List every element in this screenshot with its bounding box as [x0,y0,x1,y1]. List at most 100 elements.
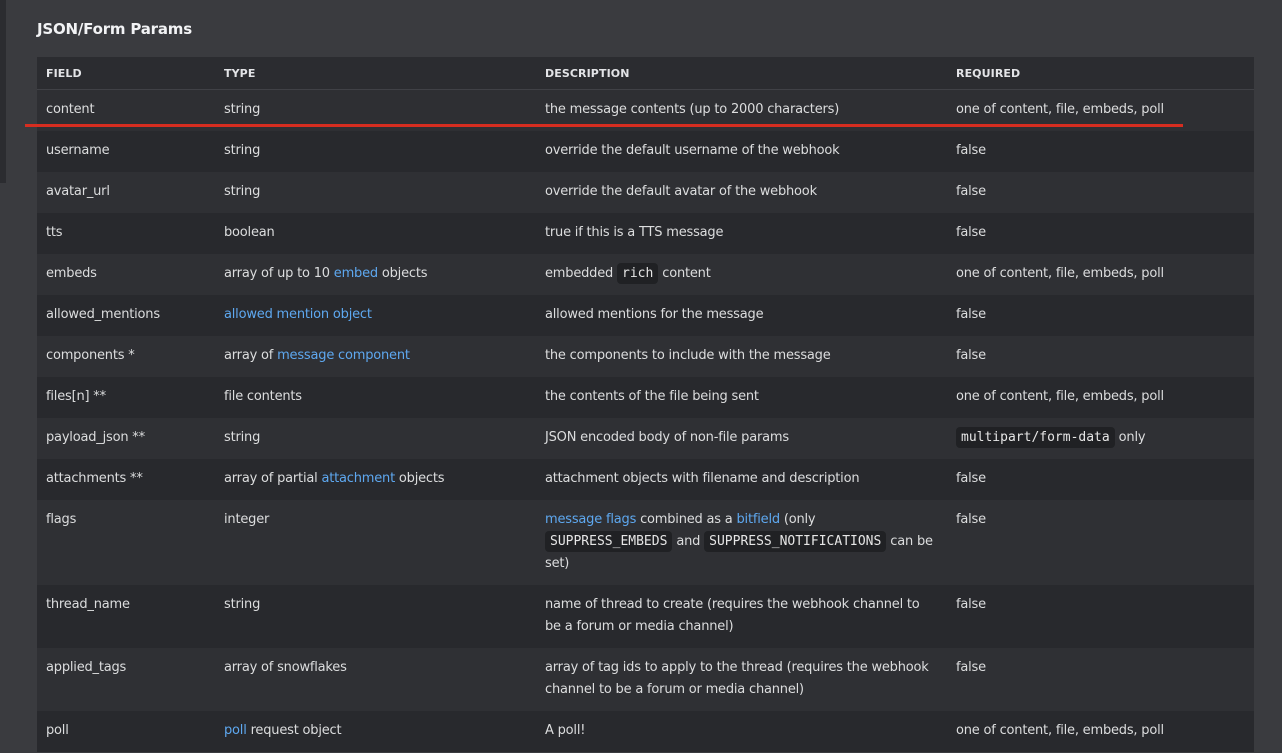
table-row: components * array of message component th… [37,336,1254,377]
field-required: one of content, file, embeds, poll [947,377,1254,418]
sidebar-edge [0,0,6,183]
cell-text: false [956,471,986,486]
field-type: string [215,172,536,213]
doc-link[interactable]: allowed mention object [224,307,372,322]
field-name: tts [37,213,215,254]
cell-text: array of tag ids to apply to the thread … [545,660,929,697]
cell-text: embedded [545,266,617,281]
field-description: override the default avatar of the webho… [536,172,947,213]
table-row: files[n] ** file contents the contents of … [37,377,1254,418]
table-row: attachments ** array of partial attachmen… [37,459,1254,500]
table-row: tts boolean true if this is a TTS message f… [37,213,1254,254]
field-name: applied_tags [37,648,215,711]
cell-text: request object [246,723,342,738]
field-required: false [947,585,1254,648]
inline-code: rich [617,263,659,284]
cell-text: combined as a [636,512,737,527]
field-required: false [947,172,1254,213]
field-description: the components to include with the messa… [536,336,947,377]
field-type: file contents [215,377,536,418]
annotation-underline [25,124,1183,127]
field-type: integer [215,500,536,585]
field-name: payload_json ** [37,418,215,459]
field-required: false [947,295,1254,336]
cell-text: array of [224,348,278,363]
inline-code: SUPPRESS_EMBEDS [545,531,673,552]
doc-link[interactable]: poll [224,723,247,738]
field-required: false [947,648,1254,711]
cell-text: integer [224,512,270,527]
doc-link[interactable]: message component [277,348,410,363]
field-type: allowed mention object [215,295,536,336]
field-description: array of tag ids to apply to the thread … [536,648,947,711]
cell-text: false [956,143,986,158]
cell-text: array of up to 10 [224,266,334,281]
field-name: username [37,131,215,172]
cell-text: override the default avatar of the webho… [545,184,817,199]
cell-text: the contents of the file being sent [545,389,759,404]
section-title: JSON/Form Params [37,20,192,38]
cell-text: JSON encoded body of non-file params [545,430,789,445]
cell-text: only [1114,430,1146,445]
field-description: embedded rich content [536,254,947,295]
doc-link[interactable]: message flags [545,512,636,527]
cell-text: the components to include with the messa… [545,348,831,363]
inline-code: multipart/form-data [956,427,1115,448]
cell-text: and [672,534,705,549]
field-description: allowed mentions for the message [536,295,947,336]
table-row: avatar_url string override the default ava… [37,172,1254,213]
cell-text: allowed mentions for the message [545,307,764,322]
header-description: DESCRIPTION [536,57,947,90]
doc-link[interactable]: bitfield [737,512,781,527]
field-type: boolean [215,213,536,254]
doc-link[interactable]: attachment [321,471,395,486]
table-row: flags integer message flags combined as a … [37,500,1254,585]
cell-text: content [658,266,711,281]
field-description: A poll! [536,711,947,752]
field-type: poll request object [215,711,536,752]
table-header: FIELD TYPE DESCRIPTION REQUIRED [37,57,1254,90]
cell-text: array of snowflakes [224,660,347,675]
table-row: poll poll request object A poll! one of con… [37,711,1254,752]
doc-link[interactable]: embed [334,266,378,281]
header-row: FIELD TYPE DESCRIPTION REQUIRED [37,57,1254,90]
cell-text: string [224,184,261,199]
field-required: false [947,459,1254,500]
header-field: FIELD [37,57,215,90]
field-type: array of snowflakes [215,648,536,711]
cell-text: string [224,143,261,158]
cell-text: false [956,597,986,612]
field-required: false [947,500,1254,585]
cell-text: override the default username of the web… [545,143,840,158]
params-table: FIELD TYPE DESCRIPTION REQUIRED content s… [37,57,1254,752]
field-type: array of partial attachment objects [215,459,536,500]
table-row: applied_tags array of snowflakes array of … [37,648,1254,711]
cell-text: array of partial [224,471,322,486]
field-description: message flags combined as a bitfield (on… [536,500,947,585]
cell-text: false [956,348,986,363]
table-row: payload_json ** string JSON encoded body o… [37,418,1254,459]
field-name: attachments ** [37,459,215,500]
cell-text: string [224,102,261,117]
field-required: false [947,336,1254,377]
cell-text: false [956,184,986,199]
field-required: false [947,131,1254,172]
field-name: poll [37,711,215,752]
cell-text: the message contents (up to 2000 charact… [545,102,840,117]
field-description: JSON encoded body of non-file params [536,418,947,459]
field-description: attachment objects with filename and des… [536,459,947,500]
cell-text: one of content, file, embeds, poll [956,266,1164,281]
cell-text: boolean [224,225,275,240]
field-name: avatar_url [37,172,215,213]
cell-text: string [224,597,261,612]
params-table-container: FIELD TYPE DESCRIPTION REQUIRED content s… [37,57,1254,752]
field-name: allowed_mentions [37,295,215,336]
cell-text: attachment objects with filename and des… [545,471,860,486]
cell-text: false [956,307,986,322]
cell-text: name of thread to create (requires the w… [545,597,920,634]
field-description: override the default username of the web… [536,131,947,172]
field-name: flags [37,500,215,585]
field-name: components * [37,336,215,377]
field-description: true if this is a TTS message [536,213,947,254]
field-name: files[n] ** [37,377,215,418]
